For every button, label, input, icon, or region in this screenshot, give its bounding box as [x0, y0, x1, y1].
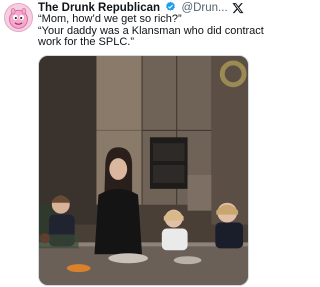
x-logo-icon[interactable] — [232, 2, 244, 14]
user-handle[interactable]: @Drun... — [181, 2, 227, 14]
tweet-text-line: work for the SPLC.” — [38, 36, 134, 48]
tweet-text-line: “Mom, how’d we get so rich?” — [38, 13, 182, 25]
pink-character-icon — [5, 4, 32, 31]
profile-avatar[interactable] — [4, 3, 33, 32]
tweet-text: “Mom, how’d we get so rich?” “Your daddy… — [38, 13, 264, 49]
tweet-media-photo[interactable] — [38, 55, 249, 286]
kitchen-family-photo — [39, 56, 248, 285]
tweet-card[interactable]: The Drunk Republican @Drun... · 3h “Mom,… — [0, 0, 264, 287]
verified-badge-icon — [166, 1, 176, 11]
